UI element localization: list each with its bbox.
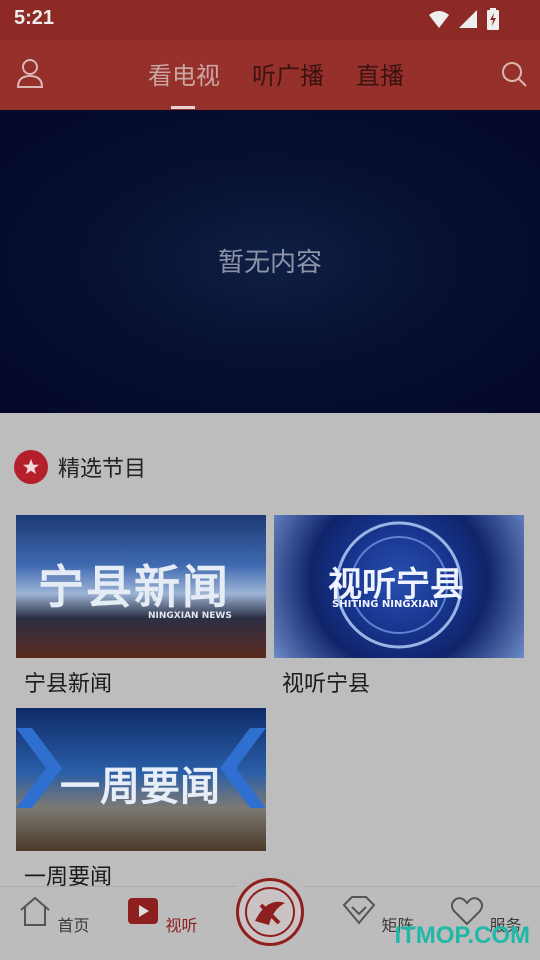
star-icon xyxy=(14,450,48,484)
channel-tabs: 看电视 听广播 直播 xyxy=(148,56,404,91)
diamond-icon xyxy=(343,896,376,925)
program-title: 宁县新闻 xyxy=(24,672,113,697)
tab-live[interactable]: 直播 xyxy=(356,56,404,91)
section-header: 精选节目 xyxy=(14,449,146,485)
play-icon xyxy=(128,898,159,924)
nav-home[interactable]: 首页 xyxy=(14,895,94,936)
logo-icon[interactable] xyxy=(236,878,304,946)
top-nav-bar: 看电视 听广播 直播 xyxy=(0,40,540,110)
program-thumbnail[interactable]: 视听宁县 SHITING NINGXIAN xyxy=(274,515,524,658)
program-card-shiting-ningxian[interactable]: 视听宁县 SHITING NINGXIAN 视听宁县 xyxy=(274,515,524,698)
status-time: 5:21 xyxy=(14,7,55,29)
signal-icon xyxy=(459,10,477,28)
program-card-weekly-news[interactable]: 一周要闻 一周要闻 xyxy=(16,708,266,891)
tab-listen-radio[interactable]: 听广播 xyxy=(252,56,324,91)
logo-emblem xyxy=(245,887,295,937)
thumbnail-title-text: 一周要闻 xyxy=(60,764,220,810)
wifi-icon xyxy=(429,11,449,28)
thumbnail-title-text: 宁县新闻 xyxy=(38,560,230,614)
watermark-text: ITMOP.COM xyxy=(394,922,530,949)
program-card-ningxian-news[interactable]: 宁县新闻 NINGXIAN NEWS 宁县新闻 xyxy=(16,515,266,698)
tab-watch-tv[interactable]: 看电视 xyxy=(148,56,220,91)
section-title: 精选节目 xyxy=(58,457,147,482)
battery-icon xyxy=(487,8,499,30)
program-title: 视听宁县 xyxy=(282,672,371,697)
user-icon[interactable] xyxy=(16,58,44,88)
thumbnail-subtitle-text: SHITING NINGXIAN xyxy=(332,599,439,610)
nav-av-label: 视听 xyxy=(165,916,198,935)
program-thumbnail[interactable]: 宁县新闻 NINGXIAN NEWS xyxy=(16,515,266,658)
status-icons xyxy=(428,8,500,30)
home-icon xyxy=(20,896,51,926)
nav-av[interactable]: 视听 xyxy=(122,895,202,936)
active-tab-indicator xyxy=(171,106,195,109)
empty-content-message: 暂无内容 xyxy=(217,248,322,278)
thumbnail-subtitle-text: NINGXIAN NEWS xyxy=(148,611,232,621)
search-icon[interactable] xyxy=(500,60,528,88)
status-bar: 5:21 xyxy=(0,0,540,40)
nav-home-label: 首页 xyxy=(57,916,90,935)
banner-area[interactable]: 暂无内容 xyxy=(0,110,540,413)
program-thumbnail[interactable]: 一周要闻 xyxy=(16,708,266,851)
